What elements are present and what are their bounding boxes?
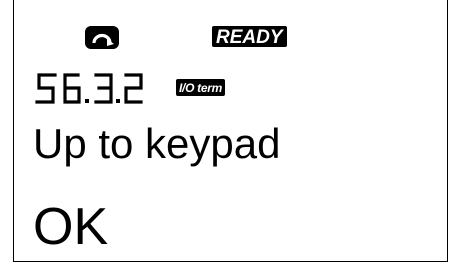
ready-badge: READY xyxy=(212,26,287,47)
menu-value[interactable]: OK xyxy=(33,201,108,253)
rotation-direction-icon xyxy=(85,26,119,49)
menu-title: Up to keypad xyxy=(33,120,281,167)
parameter-code xyxy=(33,68,168,108)
seven-segment-digits xyxy=(35,73,143,104)
control-place-badge: I/O term xyxy=(176,79,225,96)
